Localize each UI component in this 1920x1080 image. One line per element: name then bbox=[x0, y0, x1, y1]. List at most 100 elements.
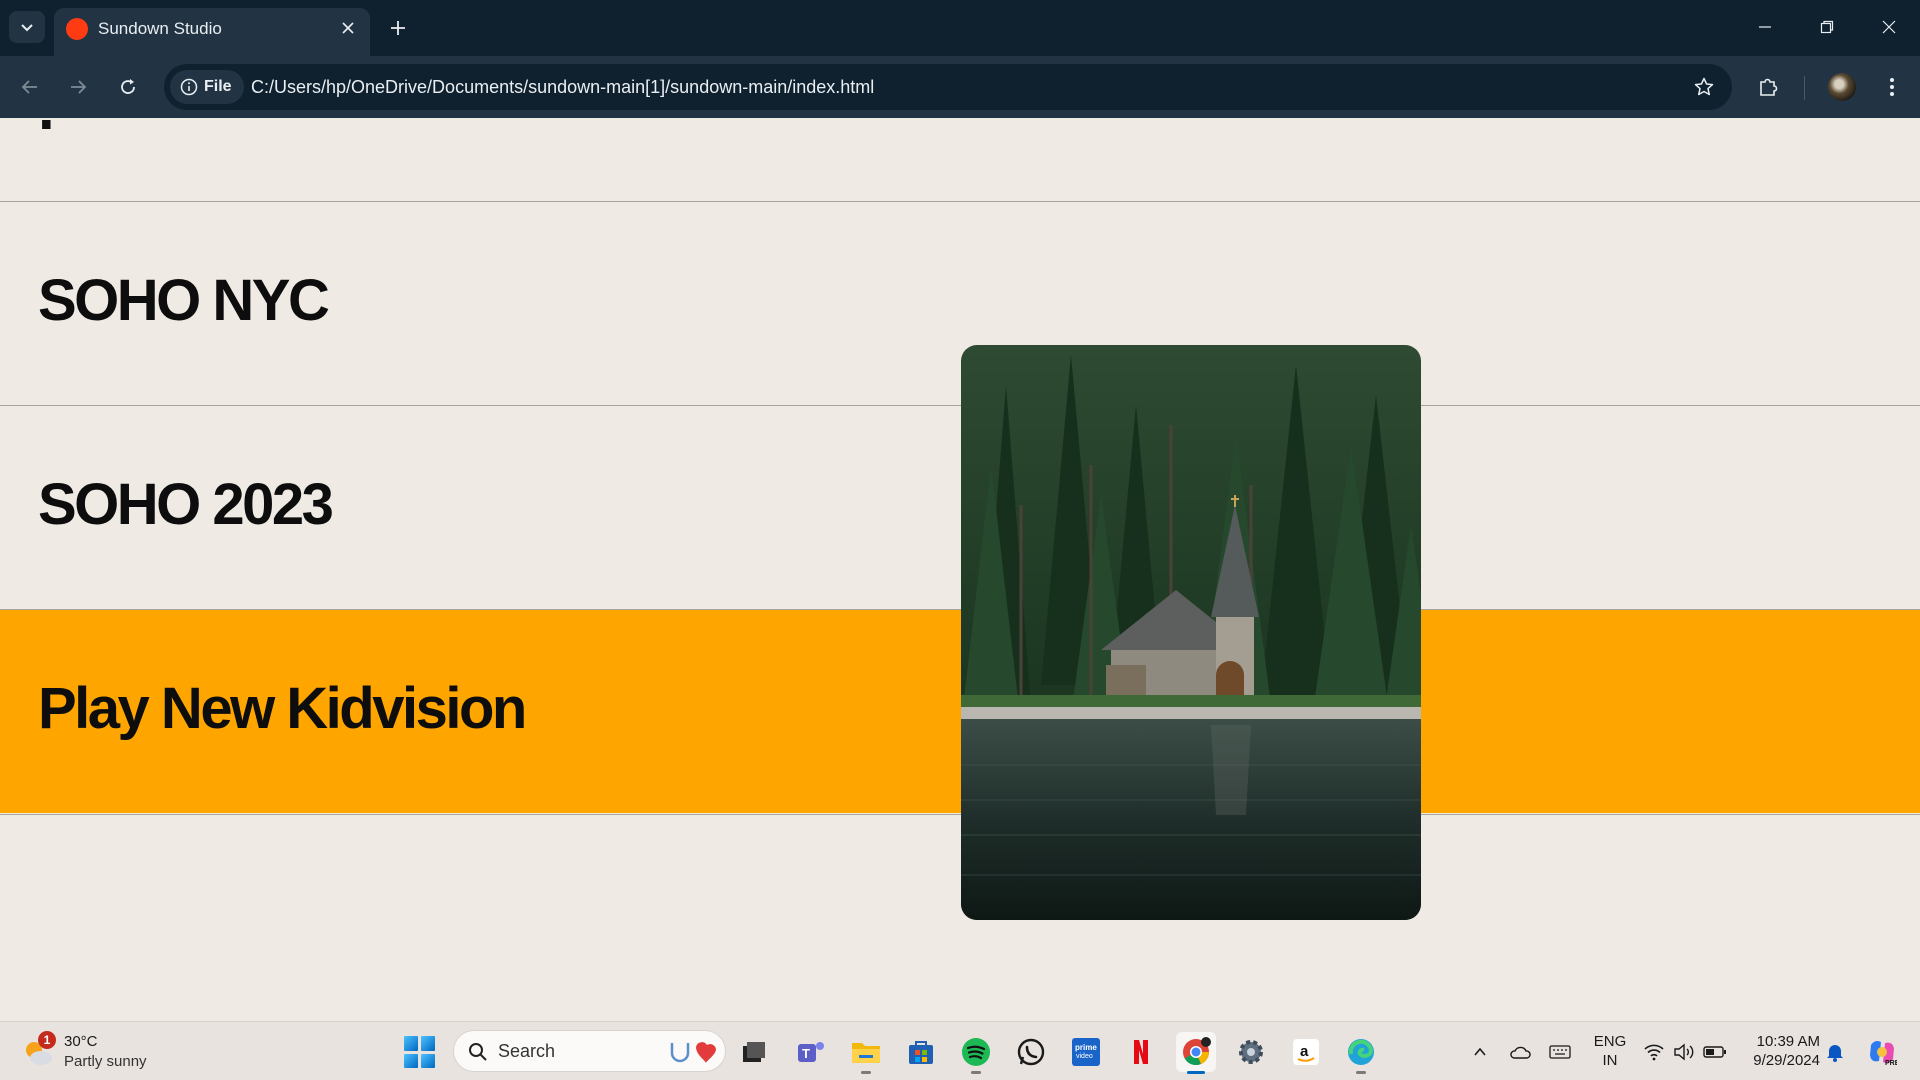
minimize-button[interactable] bbox=[1742, 8, 1788, 46]
chrome-icon bbox=[1183, 1037, 1211, 1066]
cloud-icon bbox=[1510, 1046, 1531, 1059]
close-icon bbox=[1882, 20, 1896, 34]
browser-toolbar: File C:/Users/hp/OneDrive/Documents/sund… bbox=[0, 56, 1920, 118]
bell-icon bbox=[1827, 1045, 1843, 1062]
weather-description: Partly sunny bbox=[64, 1053, 147, 1070]
toolbar-divider bbox=[1804, 76, 1805, 100]
battery-icon bbox=[1703, 1046, 1726, 1058]
whatsapp-app[interactable] bbox=[1011, 1032, 1051, 1072]
svg-text:a: a bbox=[1300, 1043, 1309, 1060]
wifi-icon bbox=[1644, 1044, 1664, 1061]
store-icon bbox=[909, 1041, 933, 1064]
profile-button[interactable] bbox=[1826, 71, 1858, 103]
file-explorer-app[interactable] bbox=[846, 1032, 886, 1074]
touch-keyboard-tray[interactable] bbox=[1548, 1040, 1572, 1064]
arrow-left-icon bbox=[21, 80, 37, 94]
project-preview-image bbox=[961, 345, 1421, 920]
edge-icon bbox=[1348, 1039, 1374, 1065]
weather-temp: 30°C bbox=[64, 1033, 98, 1050]
prime-video-icon: primevideo bbox=[1072, 1038, 1100, 1066]
search-icon bbox=[469, 1043, 487, 1061]
info-icon bbox=[180, 78, 198, 96]
restore-button[interactable] bbox=[1804, 8, 1850, 46]
close-window-button[interactable] bbox=[1866, 8, 1912, 46]
extensions-button[interactable] bbox=[1752, 71, 1784, 103]
site-favicon-icon bbox=[66, 18, 88, 40]
clipped-heading-fragment: . bbox=[38, 118, 361, 143]
back-button[interactable] bbox=[14, 71, 46, 103]
start-button[interactable] bbox=[404, 1036, 436, 1068]
edge-app[interactable] bbox=[1341, 1032, 1381, 1074]
language-indicator[interactable]: ENG IN bbox=[1592, 1032, 1628, 1070]
speaker-icon bbox=[1674, 1043, 1694, 1061]
spotify-icon bbox=[962, 1038, 990, 1066]
divider-line bbox=[0, 814, 1920, 815]
star-icon bbox=[1694, 77, 1714, 96]
spotify-app[interactable] bbox=[956, 1032, 996, 1074]
gear-icon bbox=[1239, 1040, 1263, 1064]
site-chip-label: File bbox=[204, 78, 232, 95]
forward-button[interactable] bbox=[62, 71, 94, 103]
show-hidden-icons-button[interactable] bbox=[1468, 1040, 1492, 1064]
netflix-icon bbox=[1134, 1040, 1148, 1064]
app-running-indicator bbox=[971, 1071, 981, 1074]
avatar bbox=[1828, 73, 1856, 101]
minimize-icon bbox=[1759, 26, 1771, 28]
project-row[interactable]: SOHO NYC bbox=[0, 201, 1920, 405]
clock[interactable]: 10:39 AM 9/29/2024 bbox=[1740, 1032, 1820, 1070]
puzzle-icon bbox=[1760, 78, 1778, 96]
arrow-right-icon bbox=[71, 80, 87, 94]
chrome-app[interactable] bbox=[1176, 1032, 1216, 1074]
project-title: SOHO 2023 bbox=[38, 472, 334, 537]
microsoft-store-app[interactable] bbox=[901, 1032, 941, 1072]
bookmark-button[interactable] bbox=[1690, 73, 1718, 101]
windows-taskbar: 1 30°C Partly sunny Search T primevideo bbox=[0, 1021, 1920, 1080]
netflix-app[interactable] bbox=[1121, 1032, 1161, 1072]
app-active-indicator bbox=[1187, 1071, 1205, 1074]
teams-app[interactable]: T bbox=[791, 1032, 831, 1072]
browser-tab[interactable]: Sundown Studio bbox=[54, 8, 370, 56]
task-view-icon bbox=[743, 1042, 765, 1062]
settings-app[interactable] bbox=[1231, 1032, 1271, 1072]
tab-close-button[interactable] bbox=[336, 16, 360, 40]
notification-badge: 1 bbox=[38, 1031, 56, 1049]
battery-tray[interactable] bbox=[1703, 1040, 1727, 1064]
browser-menu-button[interactable] bbox=[1876, 71, 1908, 103]
clock-time: 10:39 AM bbox=[1756, 1033, 1820, 1050]
tab-title: Sundown Studio bbox=[98, 19, 222, 38]
copilot-icon: PRE bbox=[1870, 1041, 1897, 1067]
search-highlight-icon bbox=[670, 1042, 716, 1063]
keyboard-icon bbox=[1549, 1045, 1571, 1059]
task-view-app[interactable] bbox=[734, 1032, 774, 1072]
onedrive-tray[interactable] bbox=[1508, 1040, 1532, 1064]
copilot-button[interactable]: PRE bbox=[1866, 1040, 1898, 1067]
project-row[interactable]: SOHO 2023 bbox=[0, 405, 1920, 609]
restore-icon bbox=[1820, 20, 1834, 34]
region-code: IN bbox=[1602, 1052, 1618, 1069]
language-code: ENG bbox=[1593, 1033, 1627, 1050]
close-icon bbox=[342, 22, 354, 34]
network-tray[interactable] bbox=[1642, 1040, 1666, 1064]
folder-icon bbox=[852, 1043, 880, 1063]
weather-widget[interactable]: 1 30°C Partly sunny bbox=[22, 1030, 162, 1074]
site-info-chip[interactable]: File bbox=[170, 70, 244, 104]
prime-video-app[interactable]: prime video bbox=[1066, 1032, 1106, 1072]
app-running-indicator bbox=[1356, 1071, 1366, 1074]
tab-search-button[interactable] bbox=[9, 11, 45, 43]
address-bar[interactable]: File C:/Users/hp/OneDrive/Documents/sund… bbox=[164, 64, 1732, 110]
more-vertical-icon bbox=[1890, 78, 1894, 96]
new-tab-button[interactable] bbox=[382, 12, 414, 44]
teams-icon: T bbox=[798, 1042, 824, 1062]
volume-tray[interactable] bbox=[1672, 1040, 1696, 1064]
tab-strip: Sundown Studio bbox=[0, 0, 1920, 56]
svg-text:PRE: PRE bbox=[1885, 1060, 1897, 1067]
taskbar-search[interactable]: Search bbox=[453, 1030, 726, 1072]
url-text[interactable]: C:/Users/hp/OneDrive/Documents/sundown-m… bbox=[251, 76, 874, 98]
amazon-icon: a bbox=[1293, 1039, 1319, 1065]
project-row-active[interactable]: Play New Kidvision bbox=[0, 609, 1920, 813]
reload-button[interactable] bbox=[112, 71, 144, 103]
app-running-indicator bbox=[861, 1071, 871, 1074]
amazon-app[interactable]: a bbox=[1286, 1032, 1326, 1072]
clock-date: 9/29/2024 bbox=[1753, 1052, 1820, 1069]
notifications-button[interactable] bbox=[1823, 1040, 1847, 1064]
